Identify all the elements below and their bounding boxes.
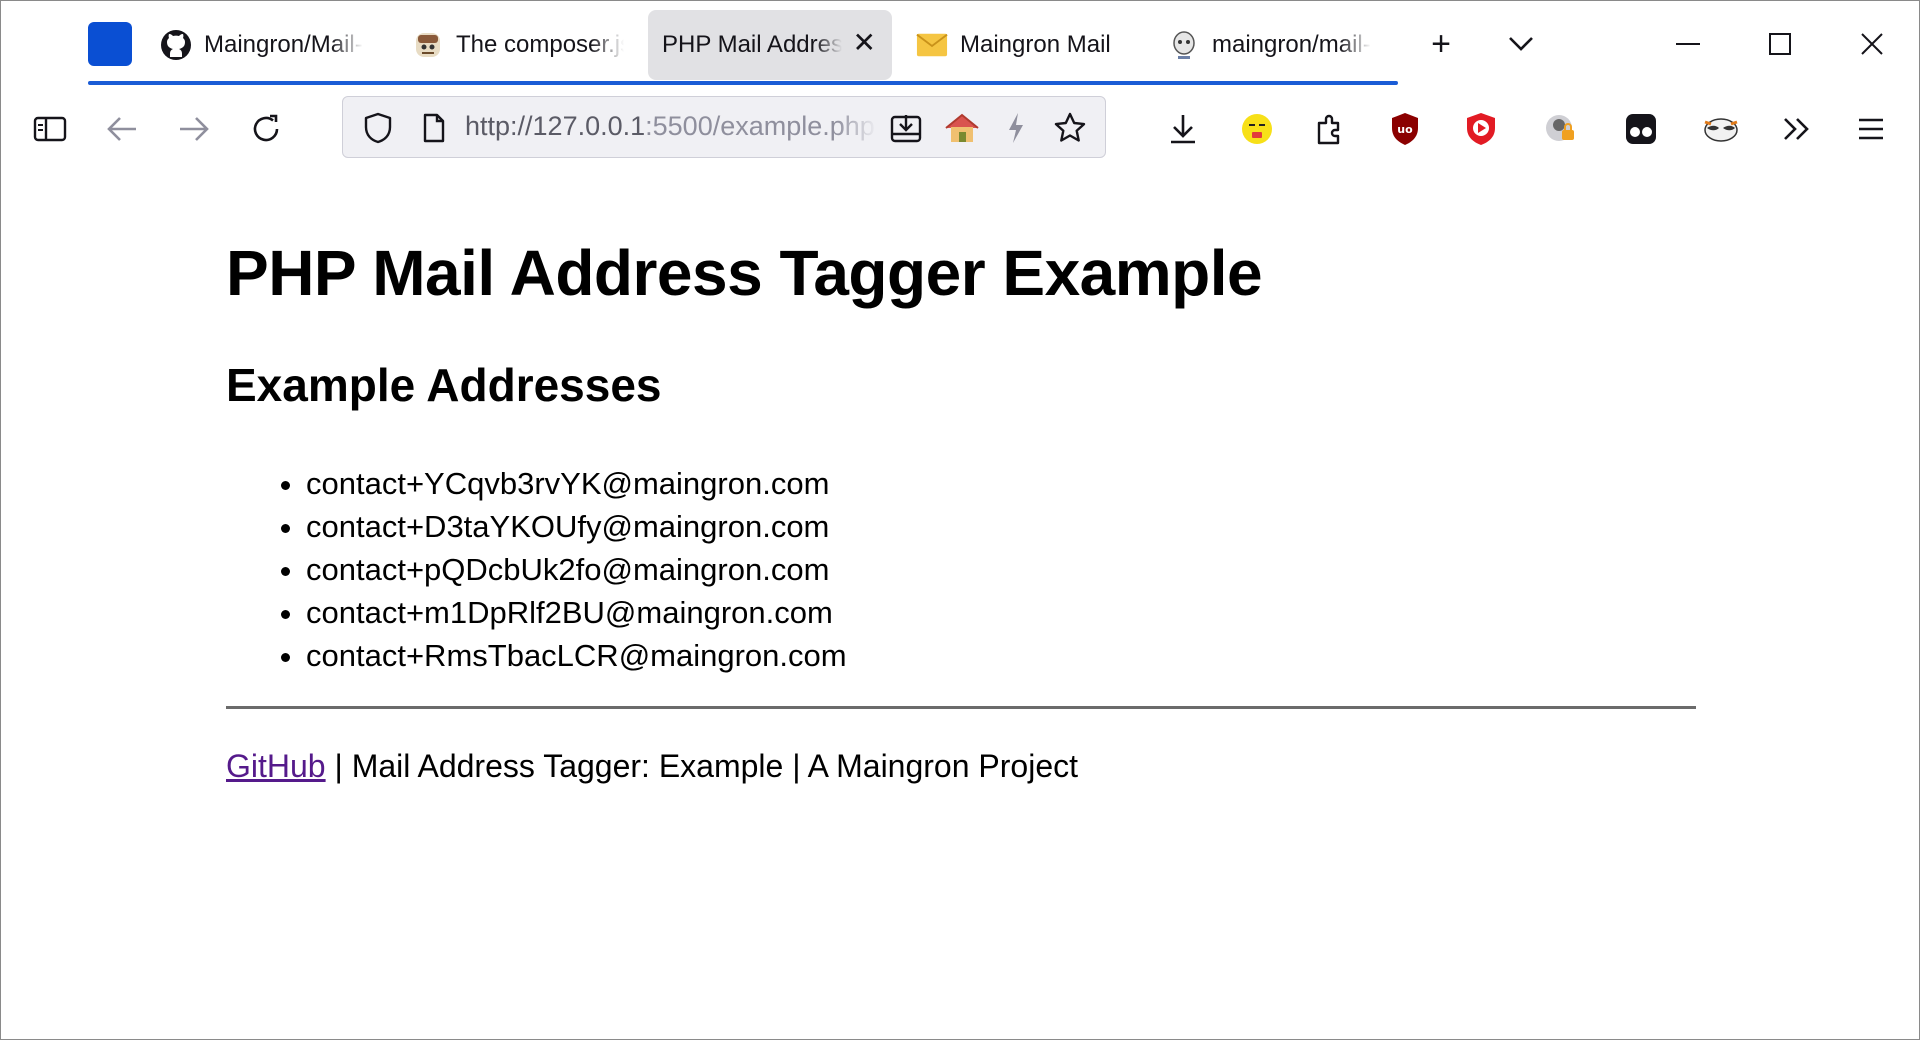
address-list: contact+YCqvb3rvYK@maingron.com contact+… bbox=[306, 462, 847, 677]
list-item: contact+D3taYKOUfy@maingron.com bbox=[306, 505, 847, 548]
tab-maingron-mail[interactable]: Maingron Mail bbox=[902, 10, 1142, 80]
sidebar-toggle-button[interactable] bbox=[25, 104, 75, 154]
chevron-down-icon bbox=[1509, 37, 1533, 51]
tab-label: maingron/mail- bbox=[1212, 31, 1371, 58]
bookmark-star-icon[interactable] bbox=[1047, 105, 1093, 151]
extension-emoji-button[interactable] bbox=[1232, 104, 1282, 154]
page-info-icon[interactable] bbox=[411, 105, 457, 151]
reload-button[interactable] bbox=[241, 104, 291, 154]
emoji-face-icon bbox=[1242, 114, 1272, 144]
minimize-button[interactable] bbox=[1658, 18, 1718, 70]
close-icon bbox=[1861, 33, 1883, 55]
incognito-lock-icon bbox=[1546, 115, 1574, 141]
list-item: contact+m1DpRlf2BU@maingron.com bbox=[306, 591, 847, 634]
tab-php-mail-address[interactable]: PHP Mail Address ✕ bbox=[648, 10, 892, 80]
list-all-tabs-button[interactable] bbox=[1497, 22, 1545, 66]
download-icon bbox=[1171, 115, 1195, 144]
double-chevron-right-icon bbox=[1784, 118, 1809, 140]
tab-label: PHP Mail Address bbox=[662, 31, 842, 58]
new-tab-button[interactable]: + bbox=[1417, 22, 1465, 66]
tab-label: The composer.js bbox=[456, 31, 624, 58]
tab-github-maingron[interactable]: Maingron/Mail- bbox=[146, 10, 386, 80]
lightning-icon[interactable] bbox=[993, 105, 1039, 151]
envelope-icon bbox=[916, 29, 948, 61]
url-text[interactable]: http://127.0.0.1:5500/example.php bbox=[465, 111, 877, 142]
list-item: contact+pQDcbUk2fo@maingron.com bbox=[306, 548, 847, 591]
forward-arrow-icon bbox=[180, 117, 209, 141]
tampermonkey-icon bbox=[1626, 114, 1656, 144]
hamburger-menu-icon bbox=[1859, 118, 1883, 140]
tab-label: Maingron Mail bbox=[960, 31, 1111, 58]
url-path: :5500/example.php bbox=[645, 111, 875, 141]
sidebar-icon bbox=[33, 116, 67, 142]
close-window-button[interactable] bbox=[1842, 18, 1902, 70]
tampermonkey-button[interactable] bbox=[1616, 104, 1666, 154]
maximize-icon bbox=[1769, 33, 1791, 55]
footer-text: | Mail Address Tagger: Example | A Maing… bbox=[325, 748, 1078, 784]
firefox-view-button[interactable] bbox=[88, 22, 132, 66]
tab-packagist[interactable]: maingron/mail- bbox=[1154, 10, 1398, 80]
packagist-icon bbox=[1168, 29, 1200, 61]
footer: GitHub | Mail Address Tagger: Example | … bbox=[226, 748, 1078, 785]
web-page: PHP Mail Address Tagger Example Example … bbox=[0, 168, 1920, 1040]
raccoon-icon bbox=[1704, 118, 1738, 142]
tracking-protection-shield-icon[interactable] bbox=[355, 105, 401, 151]
youtube-shield-icon bbox=[1467, 113, 1495, 145]
app-menu-button[interactable] bbox=[1846, 104, 1896, 154]
github-link[interactable]: GitHub bbox=[226, 748, 326, 784]
ublock-origin-button[interactable]: uo bbox=[1380, 104, 1430, 154]
reload-icon bbox=[253, 114, 279, 142]
back-button[interactable] bbox=[97, 104, 147, 154]
address-bar[interactable]: http://127.0.0.1:5500/example.php bbox=[342, 96, 1106, 158]
url-host: http://127.0.0.1 bbox=[465, 111, 646, 141]
youtube-extension-button[interactable] bbox=[1456, 104, 1506, 154]
tab-composer[interactable]: The composer.js bbox=[398, 10, 638, 80]
page-title: PHP Mail Address Tagger Example bbox=[226, 237, 1263, 309]
tab-group-underline bbox=[88, 81, 1398, 85]
home-extension-icon[interactable] bbox=[939, 105, 985, 151]
list-item: contact+RmsTbacLCR@maingron.com bbox=[306, 634, 847, 677]
downloads-button[interactable] bbox=[1158, 104, 1208, 154]
puzzle-piece-icon bbox=[1317, 114, 1340, 145]
privacy-extension-button[interactable] bbox=[1536, 104, 1586, 154]
composer-icon bbox=[412, 29, 444, 61]
horizontal-rule bbox=[226, 706, 1696, 709]
maximize-button[interactable] bbox=[1750, 18, 1810, 70]
ublock-shield-icon: uo bbox=[1392, 113, 1418, 145]
save-page-icon[interactable] bbox=[883, 105, 929, 151]
extensions-button[interactable] bbox=[1306, 104, 1356, 154]
section-title: Example Addresses bbox=[226, 359, 662, 411]
raccoon-extension-button[interactable] bbox=[1696, 104, 1746, 154]
minimize-icon bbox=[1676, 43, 1700, 45]
tab-strip: Maingron/Mail- The composer.js PHP Mail … bbox=[0, 0, 1920, 88]
back-arrow-icon bbox=[107, 117, 136, 141]
github-icon bbox=[160, 29, 192, 61]
overflow-menu-button[interactable] bbox=[1772, 104, 1822, 154]
list-item: contact+YCqvb3rvYK@maingron.com bbox=[306, 462, 847, 505]
tab-label: Maingron/Mail- bbox=[204, 31, 363, 58]
close-tab-icon[interactable]: ✕ bbox=[853, 28, 876, 58]
svg-text:uo: uo bbox=[1397, 123, 1413, 136]
forward-button[interactable] bbox=[169, 104, 219, 154]
